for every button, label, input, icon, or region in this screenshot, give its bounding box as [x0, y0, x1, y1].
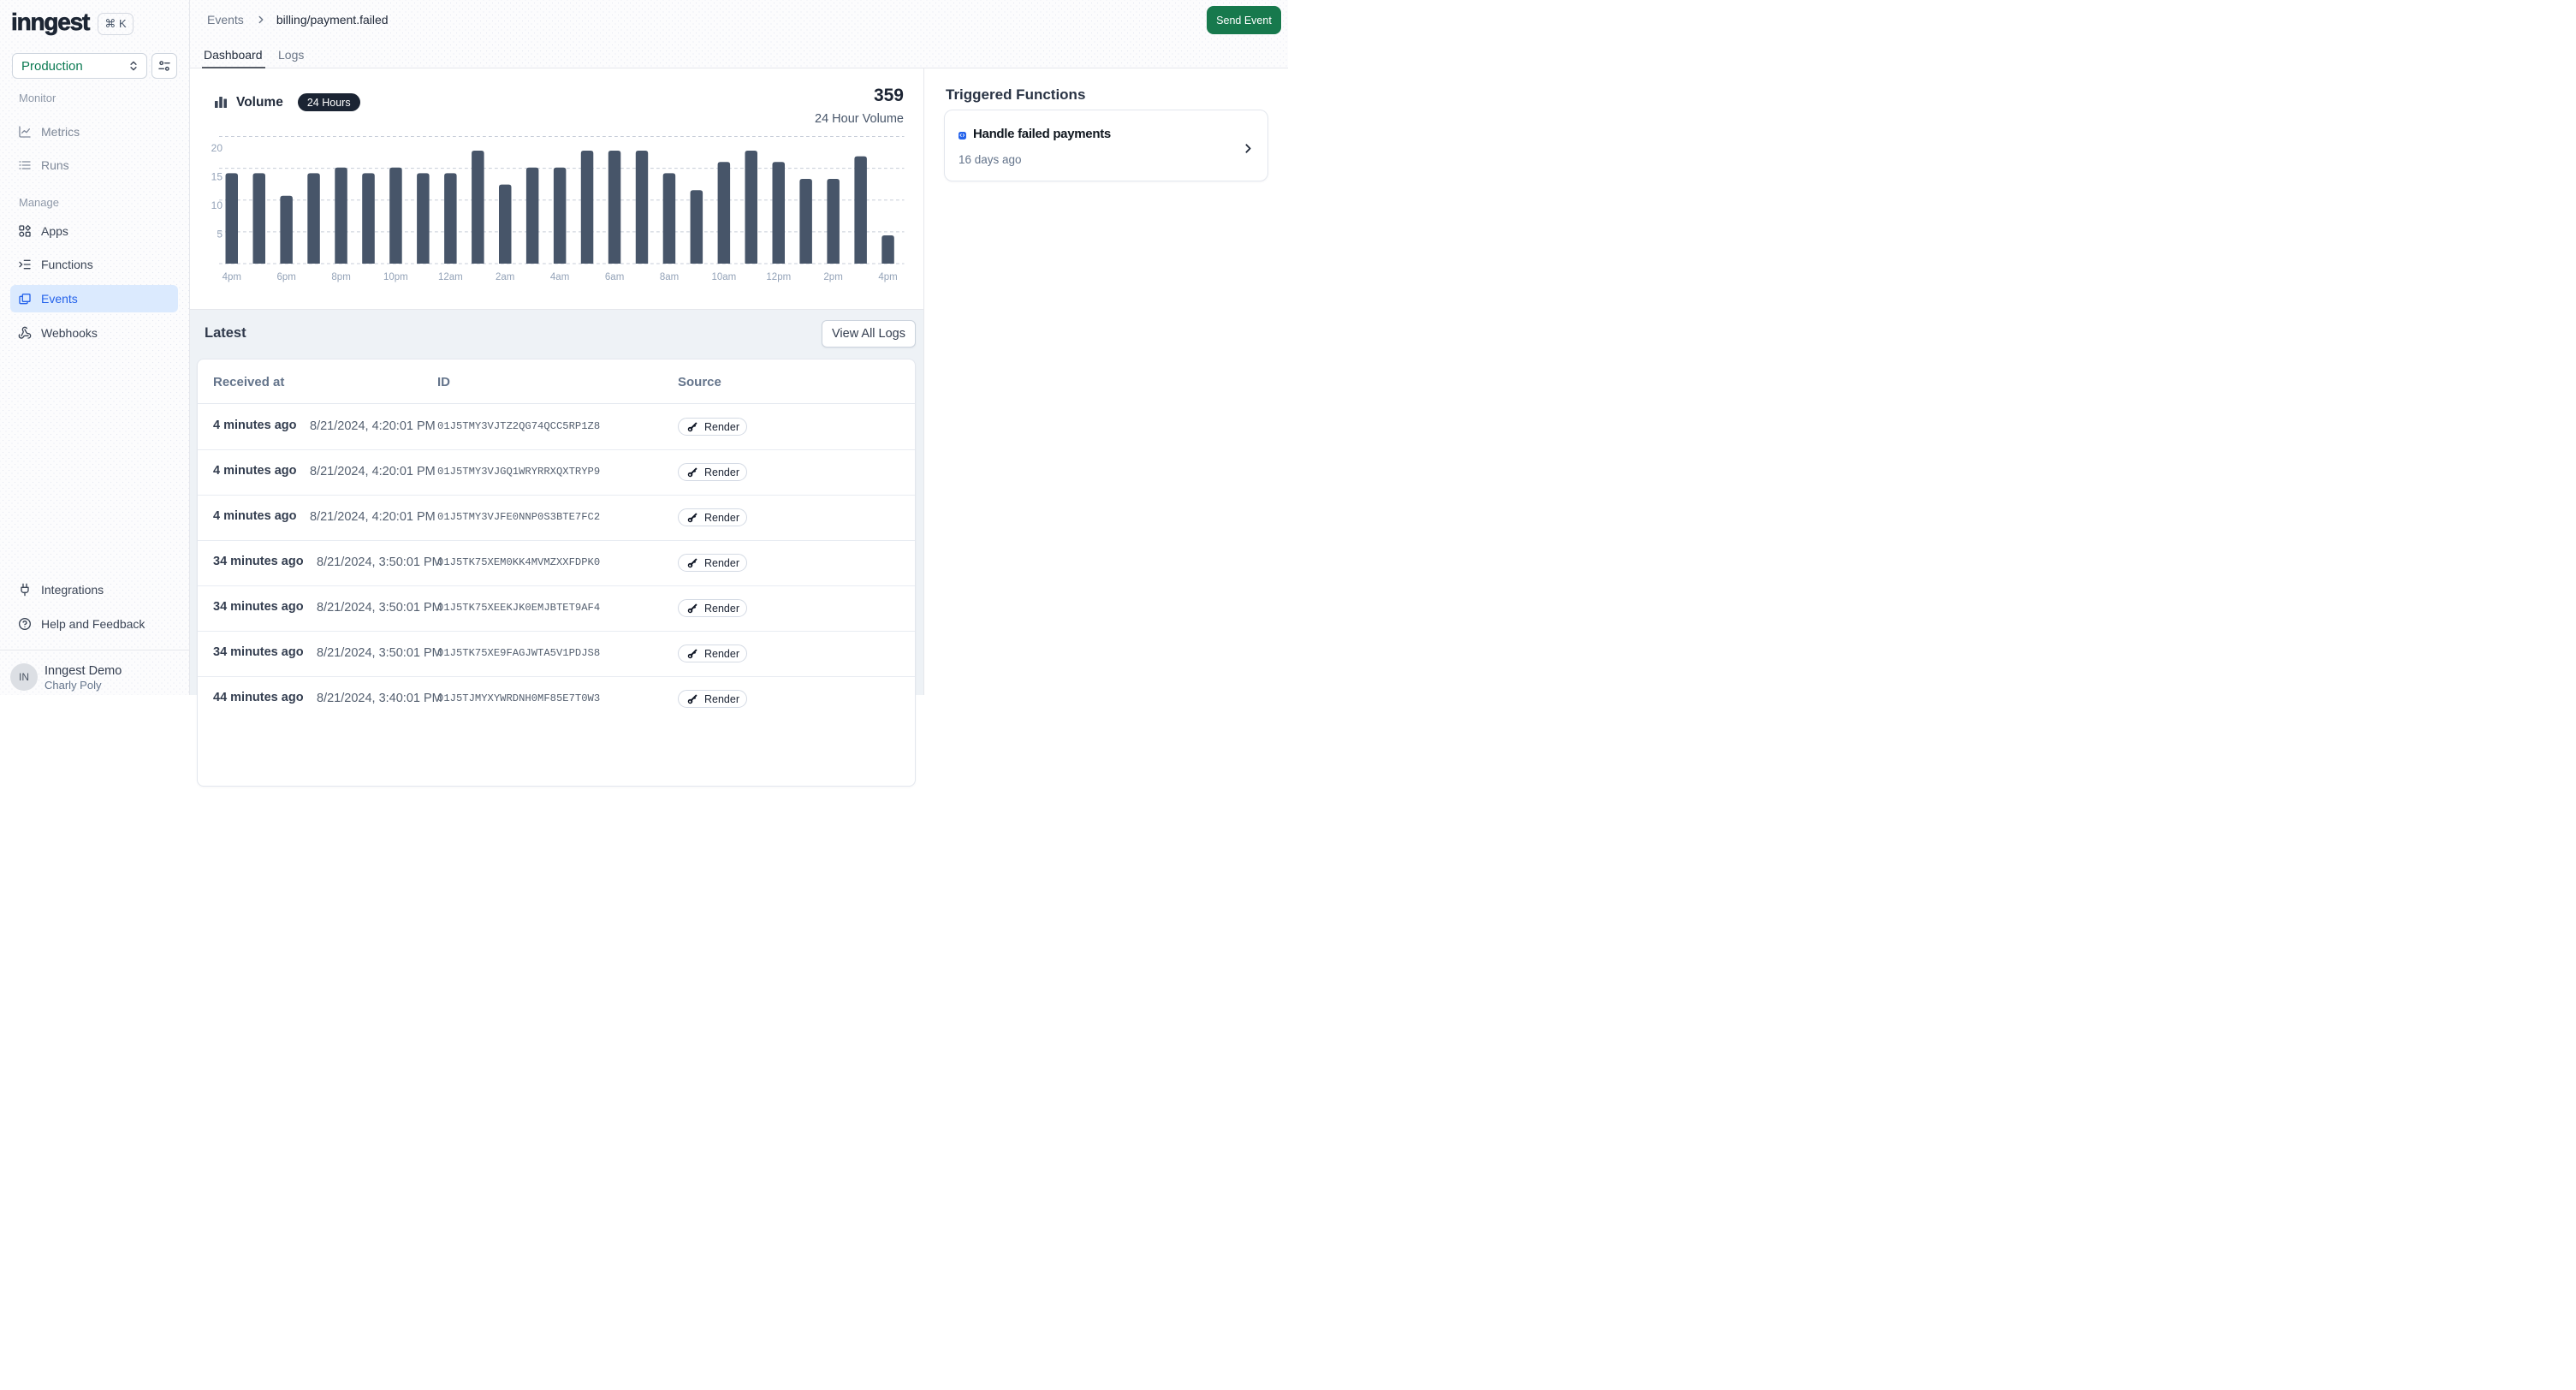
svg-text:12pm: 12pm	[766, 272, 791, 282]
svg-text:8am: 8am	[660, 272, 679, 282]
svg-text:2am: 2am	[496, 272, 514, 282]
svg-text:12am: 12am	[438, 272, 463, 282]
svg-text:6am: 6am	[605, 272, 624, 282]
svg-text:8pm: 8pm	[331, 272, 350, 282]
svg-text:6pm: 6pm	[277, 272, 296, 282]
svg-text:4am: 4am	[550, 272, 569, 282]
svg-text:2pm: 2pm	[823, 272, 842, 282]
svg-text:10am: 10am	[712, 272, 737, 282]
svg-text:4pm: 4pm	[878, 272, 897, 282]
svg-text:4pm: 4pm	[223, 272, 241, 282]
svg-text:20: 20	[211, 142, 223, 154]
svg-text:15: 15	[211, 171, 223, 183]
svg-text:10: 10	[211, 199, 223, 211]
svg-text:10pm: 10pm	[383, 272, 408, 282]
svg-text:5: 5	[217, 229, 223, 241]
